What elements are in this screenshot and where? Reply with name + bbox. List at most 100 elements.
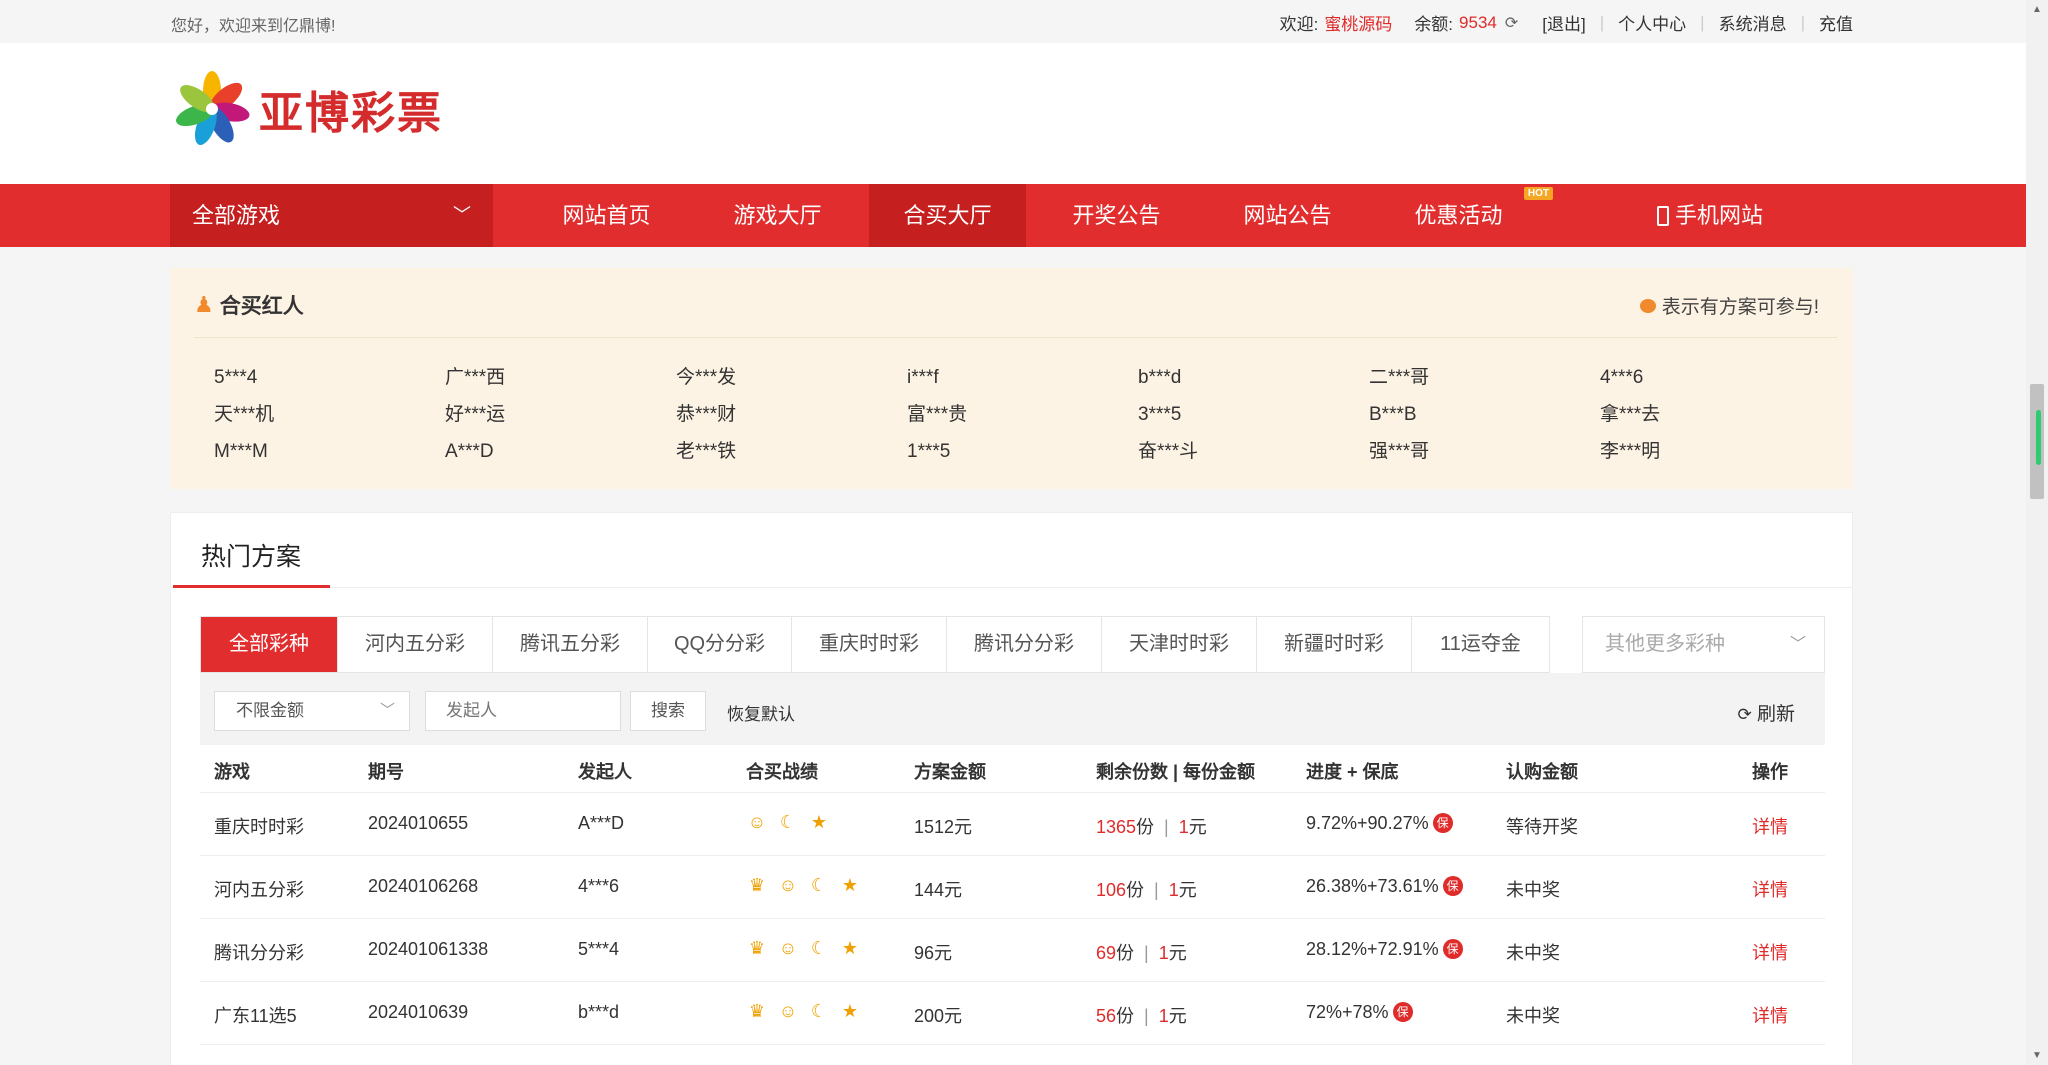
- unit-fen: 份: [1116, 1006, 1135, 1026]
- top-buyer-name[interactable]: 二***哥: [1369, 364, 1600, 392]
- initiator-name: 5***4: [578, 939, 620, 959]
- top-buyers-panel: ♟ 合买红人 表示有方案可参与! 5***4 广***西 今***发 i***f b**…: [170, 268, 1853, 489]
- top-buyers-grid: 5***4 广***西 今***发 i***f b***d 二***哥 4***6 天***机…: [214, 364, 1831, 466]
- top-buyer-name[interactable]: 4***6: [1600, 364, 1831, 392]
- top-buyer-name[interactable]: B***B: [1369, 401, 1600, 429]
- site-header: 亚博彩票: [0, 43, 2048, 184]
- chevron-down-icon: ﹀: [1789, 636, 1806, 653]
- nav-item-announcements[interactable]: 网站公告: [1225, 184, 1350, 247]
- page-scrollbar[interactable]: ▲ ▼: [2026, 0, 2048, 1065]
- amount-select-value: 不限金额: [236, 701, 304, 720]
- remaining-count: 69: [1096, 943, 1117, 963]
- divider: |: [1164, 817, 1169, 837]
- nav-item-lottery-results[interactable]: 开奖公告: [1054, 184, 1179, 247]
- top-buyer-name[interactable]: A***D: [445, 438, 676, 466]
- record-icons: ♛ ☺ ☾ ★: [746, 937, 870, 959]
- tab-hanoi-5min[interactable]: 河内五分彩: [338, 617, 493, 672]
- tab-qq-1min[interactable]: QQ分分彩: [648, 617, 792, 672]
- top-buyer-name[interactable]: 恭***财: [676, 401, 907, 429]
- plan-amount: 1512元: [914, 817, 973, 837]
- username-link[interactable]: 蜜桃源码: [1324, 10, 1392, 35]
- progress-guarantee: 28.12%+72.91% 保: [1306, 939, 1463, 960]
- col-initiator: 发起人: [578, 762, 632, 782]
- top-buyer-name[interactable]: 5***4: [214, 364, 445, 392]
- nav-item-promotions[interactable]: 优惠活动 HOT: [1396, 184, 1553, 247]
- top-buyers-hint: 表示有方案可参与!: [1639, 292, 1819, 319]
- top-buyer-name[interactable]: M***M: [214, 438, 445, 466]
- top-buyer-name[interactable]: 强***哥: [1369, 438, 1600, 466]
- reset-default-link[interactable]: 恢复默认: [727, 700, 795, 725]
- top-buyers-title: ♟ 合买红人: [194, 290, 304, 320]
- tab-tianjin-ssc[interactable]: 天津时时彩: [1102, 617, 1257, 672]
- balance-label: 余额:: [1414, 15, 1454, 34]
- hot-plans-heading: 热门方案: [201, 543, 302, 571]
- top-buyer-name[interactable]: b***d: [1138, 364, 1369, 392]
- tab-chongqing-ssc[interactable]: 重庆时时彩: [792, 617, 947, 672]
- chevron-down-icon: ﹀: [379, 702, 395, 719]
- tab-11-yun[interactable]: 11运夺金: [1412, 617, 1549, 672]
- lottery-tabs: 全部彩种 河内五分彩 腾讯五分彩 QQ分分彩 重庆时时彩 腾讯分分彩 天津时时彩…: [200, 616, 1550, 673]
- divider: |: [1700, 12, 1705, 32]
- top-buyer-name[interactable]: 广***西: [445, 364, 676, 392]
- nav-item-game-hall[interactable]: 游戏大厅: [715, 184, 840, 247]
- detail-link[interactable]: 详情: [1752, 813, 1788, 839]
- top-buyer-name[interactable]: 今***发: [676, 364, 907, 392]
- more-lottery-label: 其他更多彩种: [1605, 633, 1725, 655]
- more-lottery-select[interactable]: 其他更多彩种 ﹀: [1582, 616, 1825, 673]
- divider: |: [1599, 12, 1605, 32]
- top-buyer-name[interactable]: 奋***斗: [1138, 438, 1369, 466]
- top-buyers-title-text: 合买红人: [219, 295, 304, 318]
- smile-icon: ☺: [747, 812, 767, 832]
- game-name: 重庆时时彩: [214, 817, 304, 837]
- top-buyer-name[interactable]: 3***5: [1138, 401, 1369, 429]
- col-record: 合买战绩: [746, 762, 818, 782]
- detail-link[interactable]: 详情: [1752, 876, 1788, 902]
- table-header: 游戏 期号 发起人 合买战绩 方案金额 剩余份数 | 每份金额 进度 + 保底 …: [200, 745, 1825, 793]
- scroll-up-arrow-icon[interactable]: ▲: [2032, 4, 2042, 15]
- scroll-down-arrow-icon[interactable]: ▼: [2032, 1050, 2042, 1061]
- recharge-link[interactable]: 充值: [1819, 10, 1853, 35]
- moon-icon: ☾: [810, 875, 828, 895]
- refresh-balance-icon[interactable]: ⟳: [1505, 13, 1518, 33]
- top-buyer-name[interactable]: 李***明: [1600, 438, 1831, 466]
- subscribe-status: 未中奖: [1506, 1006, 1560, 1026]
- top-buyer-name[interactable]: 富***贵: [907, 401, 1138, 429]
- top-buyer-name[interactable]: 好***运: [445, 401, 676, 429]
- top-buyer-name[interactable]: 天***机: [214, 401, 445, 429]
- smile-icon: ☺: [778, 938, 798, 958]
- tab-tencent-5min[interactable]: 腾讯五分彩: [493, 617, 648, 672]
- detail-link[interactable]: 详情: [1752, 1002, 1788, 1028]
- table-row: 河内五分彩 20240106268 4***6 ♛ ☺ ☾ ★ 144元 106份 | 1…: [200, 856, 1825, 919]
- logo[interactable]: 亚博彩票: [171, 68, 443, 150]
- amount-select[interactable]: 不限金额 ﹀: [214, 691, 410, 731]
- top-buyer-name[interactable]: 拿***去: [1600, 401, 1831, 429]
- per-share-amount: 1: [1158, 943, 1169, 963]
- messages-link[interactable]: 系统消息: [1719, 10, 1787, 35]
- detail-link[interactable]: 详情: [1752, 939, 1788, 965]
- nav-item-group-buy[interactable]: 合买大厅: [869, 184, 1026, 247]
- nav-item-mobile[interactable]: 手机网站: [1630, 184, 1790, 247]
- top-buyer-name[interactable]: 老***铁: [676, 438, 907, 466]
- star-icon: ★: [810, 812, 828, 832]
- unit-fen: 份: [1136, 817, 1155, 837]
- tab-tencent-1min[interactable]: 腾讯分分彩: [947, 617, 1102, 672]
- nav-item-home[interactable]: 网站首页: [544, 184, 669, 247]
- tab-all[interactable]: 全部彩种: [201, 617, 338, 672]
- per-share-amount: 1: [1168, 880, 1179, 900]
- logout-link[interactable]: [退出]: [1542, 10, 1585, 35]
- moon-icon: ☾: [810, 938, 828, 958]
- refresh-button[interactable]: ⟳ 刷新: [1737, 699, 1795, 726]
- remaining-shares: 69份 | 1元: [1096, 939, 1187, 965]
- tab-xinjiang-ssc[interactable]: 新疆时时彩: [1257, 617, 1412, 672]
- nav-item-mobile-label: 手机网站: [1674, 203, 1763, 228]
- col-issue: 期号: [368, 762, 404, 782]
- initiator-input[interactable]: [425, 691, 621, 731]
- subscribe-status: 等待开奖: [1506, 817, 1578, 837]
- top-buyer-name[interactable]: i***f: [907, 364, 1138, 392]
- top-buyer-name[interactable]: 1***5: [907, 438, 1138, 466]
- profile-link[interactable]: 个人中心: [1618, 10, 1686, 35]
- all-games-dropdown[interactable]: 全部游戏 ﹀: [170, 184, 493, 247]
- col-subscribe: 认购金额: [1506, 762, 1578, 782]
- remaining-count: 106: [1096, 880, 1127, 900]
- search-button[interactable]: 搜索: [630, 691, 706, 731]
